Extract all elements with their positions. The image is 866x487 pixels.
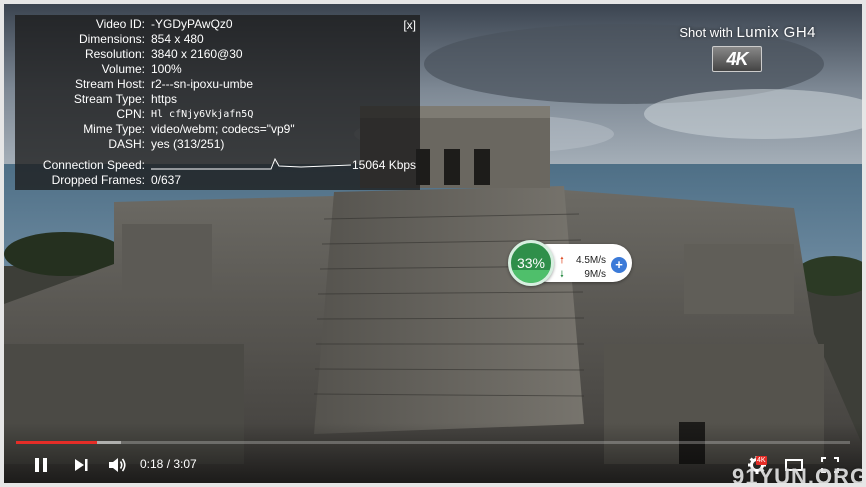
next-button[interactable] [72, 454, 90, 476]
stats-key: Resolution: [84, 47, 145, 61]
stats-value: 0/637 [151, 173, 182, 187]
stats-value: Hl cfNjy6Vkjafn5Q [151, 109, 254, 120]
site-watermark: 91YUN.ORG [732, 464, 862, 483]
stats-key: Video ID: [95, 17, 145, 31]
connection-speed-graph [151, 157, 351, 170]
progress-played [16, 441, 98, 444]
download-speed: 9M/s [584, 269, 606, 280]
stats-value: 100% [151, 62, 182, 76]
upload-speed: 4.5M/s [575, 255, 606, 266]
progress-bar[interactable] [16, 441, 850, 444]
skip-next-icon [75, 459, 88, 471]
stats-key: DASH: [108, 137, 145, 151]
4k-badge: 4K [712, 46, 762, 72]
stats-value: 854 x 480 [151, 32, 204, 46]
stats-row-dimensions: Dimensions: 854 x 480 [15, 32, 420, 47]
speed-widget-plus-button[interactable]: + [611, 257, 627, 273]
stats-row-stream-type: Stream Type: https [15, 92, 420, 107]
stats-key: Mime Type: [83, 122, 145, 136]
time-display: 0:18 / 3:07 [140, 457, 197, 471]
watermark-text: Shot with [679, 25, 733, 40]
stats-row-stream-host: Stream Host: r2---sn-ipoxu-umbe [15, 77, 420, 92]
volume-icon [109, 458, 126, 472]
video-player[interactable]: [x] Video ID: -YGDyPAwQz0 Dimensions: 85… [4, 4, 862, 483]
memory-usage-percent: 33% [516, 255, 546, 271]
stats-key: Volume: [101, 62, 145, 76]
download-speed-row: 🠗 9M/s [560, 267, 606, 283]
stats-value: r2---sn-ipoxu-umbe [151, 77, 254, 91]
stats-value: 3840 x 2160@30 [151, 47, 243, 61]
stats-row-dash: DASH: yes (313/251) [15, 137, 420, 152]
stats-for-nerds-panel: [x] Video ID: -YGDyPAwQz0 Dimensions: 85… [15, 15, 420, 190]
stats-key: Stream Type: [73, 92, 145, 106]
stats-row-dropped-frames: Dropped Frames: 0/637 [15, 173, 420, 188]
stats-row-cpn: CPN: Hl cfNjy6Vkjafn5Q [15, 107, 420, 122]
stats-key: Dimensions: [78, 32, 145, 46]
stats-value: video/webm; codecs="vp9" [151, 122, 295, 136]
stats-key: CPN: [116, 107, 145, 121]
stats-value: -YGDyPAwQz0 [151, 17, 233, 31]
pause-icon [35, 458, 47, 472]
watermark-brand: Lumix GH4 [736, 24, 816, 41]
stats-row-resolution: Resolution: 3840 x 2160@30 [15, 47, 420, 62]
pause-button[interactable] [32, 454, 50, 476]
stats-row-mime-type: Mime Type: video/webm; codecs="vp9" [15, 122, 420, 137]
connection-speed-value: 15064 Kbps [352, 158, 417, 172]
stats-value: https [151, 92, 178, 106]
memory-usage-circle[interactable]: 33% [508, 240, 554, 286]
stats-value: yes (313/251) [151, 137, 225, 151]
network-speed-widget[interactable]: 🠕 4.5M/s 🠗 9M/s 33% + [508, 240, 632, 286]
stats-key: Connection Speed: [42, 158, 145, 172]
stats-key: Dropped Frames: [51, 173, 145, 187]
stats-key: Stream Host: [74, 77, 145, 91]
stats-row-video-id: Video ID: -YGDyPAwQz0 [15, 17, 420, 32]
camera-watermark: Shot with Lumix GH4 [679, 24, 816, 41]
volume-button[interactable] [107, 454, 129, 476]
stats-row-volume: Volume: 100% [15, 62, 420, 77]
screenshot-frame: [x] Video ID: -YGDyPAwQz0 Dimensions: 85… [0, 0, 866, 487]
download-arrow-icon: 🠗 [560, 269, 564, 279]
